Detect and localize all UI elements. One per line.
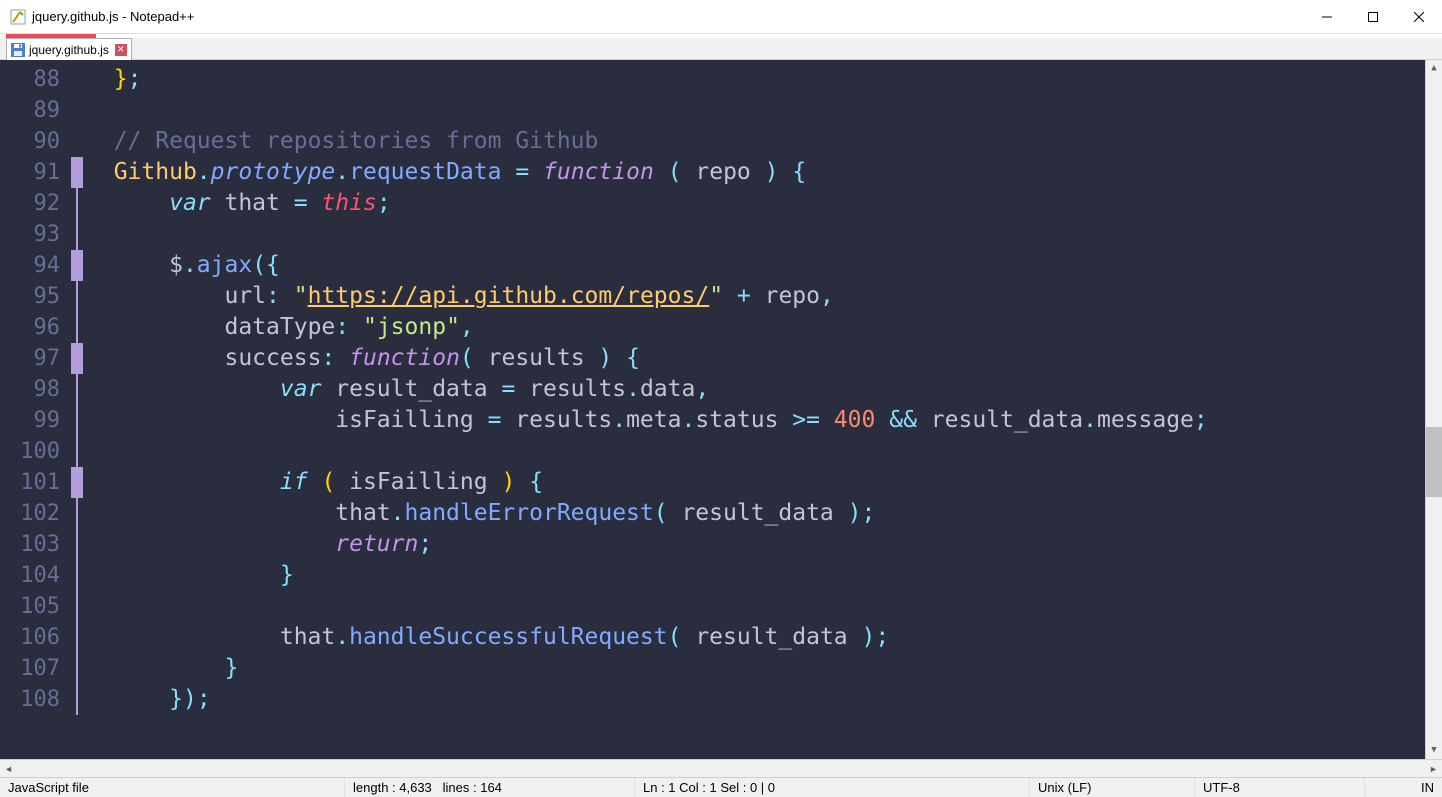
line-number: 107	[0, 653, 60, 684]
code-line[interactable]: that.handleErrorRequest( result_data );	[86, 498, 1425, 529]
line-number: 108	[0, 684, 60, 715]
code-line[interactable]: dataType: "jsonp",	[86, 312, 1425, 343]
line-number: 100	[0, 436, 60, 467]
fold-marker[interactable]	[71, 343, 83, 374]
window-titlebar: jquery.github.js - Notepad++	[0, 0, 1442, 34]
horizontal-scrollbar[interactable]: ◄ ►	[0, 759, 1442, 777]
fold-marker[interactable]	[71, 250, 83, 281]
code-line[interactable]: return;	[86, 529, 1425, 560]
tab-label: jquery.github.js	[29, 43, 109, 57]
status-encoding: UTF-8	[1195, 778, 1365, 797]
code-line[interactable]: that.handleSuccessfulRequest( result_dat…	[86, 622, 1425, 653]
hscroll-track[interactable]	[17, 760, 1425, 777]
app-icon	[10, 9, 26, 25]
status-length: length : 4,633 lines : 164	[345, 778, 635, 797]
line-number: 104	[0, 560, 60, 591]
scroll-left-arrow[interactable]: ◄	[0, 760, 17, 777]
line-number: 106	[0, 622, 60, 653]
line-number-gutter: 8889909192939495969798991001011021031041…	[0, 60, 68, 759]
line-number: 94	[0, 250, 60, 281]
line-number: 95	[0, 281, 60, 312]
maximize-button[interactable]	[1350, 1, 1396, 33]
line-number: 96	[0, 312, 60, 343]
code-line[interactable]: $.ajax({	[86, 250, 1425, 281]
code-line[interactable]: });	[86, 684, 1425, 715]
code-line[interactable]	[86, 436, 1425, 467]
scroll-down-arrow[interactable]: ▼	[1426, 742, 1442, 759]
save-icon	[11, 43, 25, 57]
editor[interactable]: 8889909192939495969798991001011021031041…	[0, 60, 1442, 759]
code-line[interactable]: success: function( results ) {	[86, 343, 1425, 374]
line-number: 90	[0, 126, 60, 157]
line-number: 89	[0, 95, 60, 126]
code-line[interactable]: }	[86, 560, 1425, 591]
line-number: 88	[0, 64, 60, 95]
scroll-track[interactable]	[1426, 77, 1442, 742]
code-line[interactable]: url: "https://api.github.com/repos/" + r…	[86, 281, 1425, 312]
tab-bar: jquery.github.js ✕	[0, 38, 1442, 60]
code-line[interactable]: // Request repositories from Github	[86, 126, 1425, 157]
fold-marker[interactable]	[71, 467, 83, 498]
code-line[interactable]: isFailling = results.meta.status >= 400 …	[86, 405, 1425, 436]
code-line[interactable]	[86, 219, 1425, 250]
status-eol: Unix (LF)	[1030, 778, 1195, 797]
line-number: 92	[0, 188, 60, 219]
line-number: 91	[0, 157, 60, 188]
status-insert-mode: IN	[1365, 778, 1442, 797]
line-number: 93	[0, 219, 60, 250]
close-button[interactable]	[1396, 1, 1442, 33]
fold-marker[interactable]	[71, 157, 83, 188]
line-number: 99	[0, 405, 60, 436]
fold-column[interactable]	[68, 60, 86, 759]
code-line[interactable]	[86, 95, 1425, 126]
status-bar: JavaScript file length : 4,633 lines : 1…	[0, 777, 1442, 797]
code-line[interactable]: var result_data = results.data,	[86, 374, 1425, 405]
line-number: 97	[0, 343, 60, 374]
code-line[interactable]: var that = this;	[86, 188, 1425, 219]
window-title: jquery.github.js - Notepad++	[32, 9, 194, 24]
code-line[interactable]: }	[86, 653, 1425, 684]
minimize-button[interactable]	[1304, 1, 1350, 33]
tab-close-icon[interactable]: ✕	[115, 44, 127, 56]
line-number: 102	[0, 498, 60, 529]
line-number: 103	[0, 529, 60, 560]
line-number: 105	[0, 591, 60, 622]
line-number: 98	[0, 374, 60, 405]
code-line[interactable]: if ( isFailling ) {	[86, 467, 1425, 498]
code-line[interactable]: Github.prototype.requestData = function …	[86, 157, 1425, 188]
code-line[interactable]	[86, 591, 1425, 622]
file-tab[interactable]: jquery.github.js ✕	[6, 38, 132, 60]
scroll-thumb[interactable]	[1426, 427, 1442, 497]
code-line[interactable]: };	[86, 64, 1425, 95]
vertical-scrollbar[interactable]: ▲ ▼	[1425, 60, 1442, 759]
status-filetype: JavaScript file	[0, 778, 345, 797]
scroll-up-arrow[interactable]: ▲	[1426, 60, 1442, 77]
status-position: Ln : 1 Col : 1 Sel : 0 | 0	[635, 778, 1030, 797]
line-number: 101	[0, 467, 60, 498]
code-area[interactable]: }; // Request repositories from Github G…	[86, 60, 1425, 759]
